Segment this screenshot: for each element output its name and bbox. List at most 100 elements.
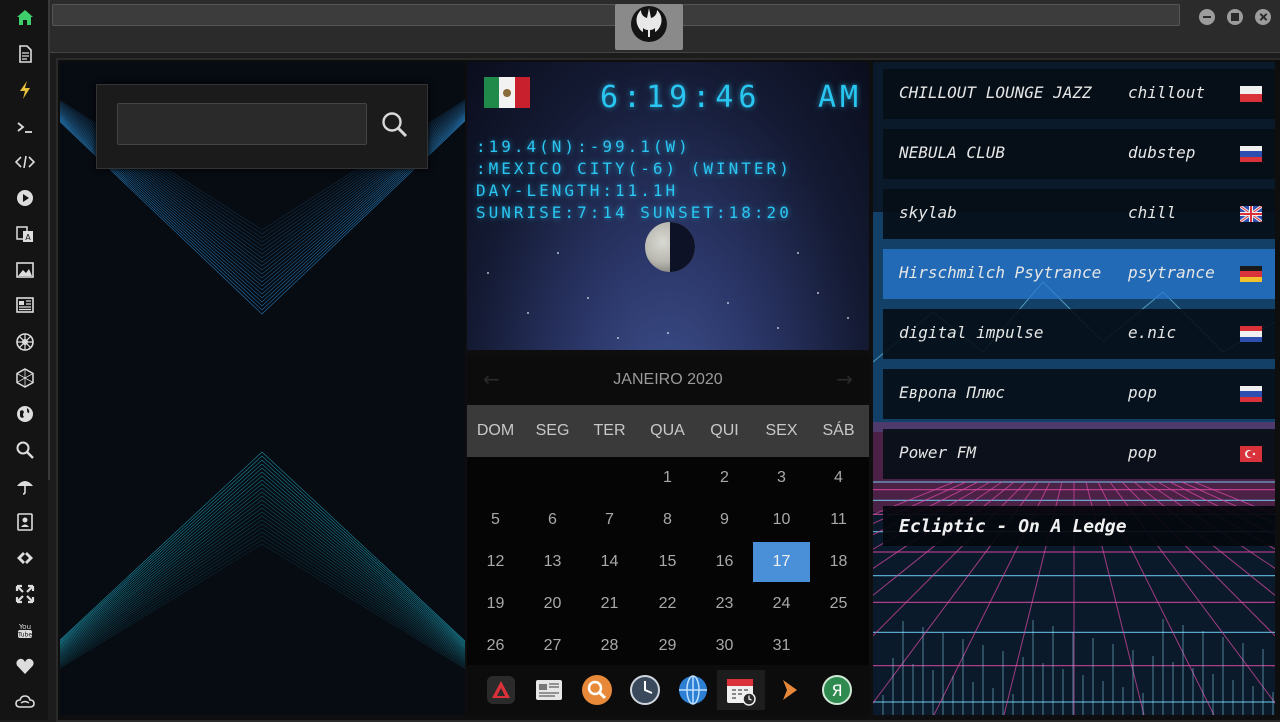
station-genre: psytrance — [1128, 263, 1215, 282]
calendar-day[interactable]: 7 — [581, 500, 638, 540]
now-playing-title: Ecliptic - On A Ledge — [899, 516, 1127, 537]
station-name: Power FM — [899, 443, 977, 462]
calendar-day[interactable]: 25 — [810, 584, 867, 624]
calendar-day[interactable]: 21 — [581, 584, 638, 624]
minimize-button[interactable] — [1199, 9, 1215, 25]
calendar-day[interactable]: 13 — [524, 542, 581, 582]
calendar-app-icon[interactable] — [717, 670, 765, 710]
weekday-label: SÁB — [822, 422, 855, 439]
search-widget — [96, 84, 428, 169]
contact-icon[interactable] — [12, 509, 38, 535]
heart-icon[interactable] — [12, 653, 38, 679]
yandex-icon[interactable]: Я — [817, 670, 857, 710]
station-name: Европа Плюс — [899, 383, 1005, 402]
station-genre: dubstep — [1128, 143, 1196, 162]
calendar-day[interactable]: 27 — [524, 626, 581, 666]
youtube-icon[interactable]: You Tube — [12, 617, 38, 643]
expand-icon[interactable] — [12, 581, 38, 607]
image-icon[interactable] — [12, 257, 38, 283]
close-button[interactable] — [1255, 9, 1271, 25]
croatia-flag-icon — [1240, 326, 1262, 342]
poland-flag-icon — [1240, 86, 1262, 102]
calendar-day[interactable]: 14 — [581, 542, 638, 582]
rebel-logo-icon[interactable] — [615, 4, 683, 50]
search-app-icon[interactable] — [577, 670, 617, 710]
app-dock: Я — [467, 665, 869, 715]
calendar-day[interactable]: 19 — [467, 584, 524, 624]
maximize-button[interactable] — [1227, 9, 1243, 25]
calendar-day[interactable]: 28 — [581, 626, 638, 666]
play-icon[interactable] — [12, 185, 38, 211]
russia-flag-icon — [1240, 386, 1262, 402]
translate-icon[interactable]: A — [12, 221, 38, 247]
calendar-day[interactable]: 10 — [753, 500, 810, 540]
station-item[interactable]: Hirschmilch Psytrance psytrance — [883, 249, 1275, 299]
station-item[interactable]: Power FM pop — [883, 429, 1275, 479]
globe-icon[interactable] — [12, 401, 38, 427]
calendar-day[interactable]: 4 — [810, 458, 867, 498]
code-icon[interactable] — [12, 149, 38, 175]
calendar-day[interactable]: 3 — [753, 458, 810, 498]
next-month-icon[interactable]: → — [836, 367, 853, 391]
moon-phase-icon — [645, 222, 695, 272]
clock-coordinates: :19.4(N):-99.1(W) — [476, 137, 691, 156]
calendar-day[interactable]: 16 — [696, 542, 753, 582]
germany-flag-icon — [1240, 266, 1262, 282]
weekday-label: QUA — [650, 422, 685, 439]
calendar-day[interactable]: 29 — [639, 626, 696, 666]
cloud-icon[interactable] — [12, 689, 38, 715]
calendar-day[interactable]: 22 — [639, 584, 696, 624]
calendar-day[interactable]: 30 — [696, 626, 753, 666]
calendar-day[interactable]: 23 — [696, 584, 753, 624]
station-item[interactable]: CHILLOUT LOUNGE JAZZ chillout — [883, 69, 1275, 119]
lightning-icon[interactable] — [12, 77, 38, 103]
home-icon[interactable] — [12, 5, 38, 31]
calendar-day[interactable]: 20 — [524, 584, 581, 624]
web-browser-icon[interactable] — [673, 670, 713, 710]
calendar-day[interactable]: 24 — [753, 584, 810, 624]
calendar-day[interactable]: 12 — [467, 542, 524, 582]
station-item[interactable]: skylab chill — [883, 189, 1275, 239]
calendar-day[interactable]: 9 — [696, 500, 753, 540]
calendar-day[interactable]: 17 — [753, 542, 810, 582]
magnifier-icon — [382, 112, 408, 138]
search-button[interactable] — [377, 107, 413, 143]
turkey-flag-icon — [1240, 446, 1262, 462]
clock-day-length: DAY-LENGTH:11.1H — [476, 181, 679, 200]
tag-icon[interactable] — [12, 545, 38, 571]
calendar-day[interactable]: 2 — [696, 458, 753, 498]
calendar-day[interactable]: 5 — [467, 500, 524, 540]
station-genre: chill — [1128, 203, 1177, 222]
search-input[interactable] — [117, 103, 367, 145]
hexagon-icon[interactable] — [12, 365, 38, 391]
search-icon[interactable] — [12, 437, 38, 463]
calendar-day[interactable]: 15 — [639, 542, 696, 582]
station-item[interactable]: digital impulse e.nic — [883, 309, 1275, 359]
news-reader-icon[interactable] — [529, 670, 569, 710]
media-play-icon[interactable] — [769, 670, 809, 710]
umbrella-icon[interactable] — [12, 473, 38, 499]
empire-icon[interactable] — [12, 329, 38, 355]
calendar-day[interactable]: 11 — [810, 500, 867, 540]
calendar-day[interactable]: 6 — [524, 500, 581, 540]
station-item[interactable]: NEBULA CLUB dubstep — [883, 129, 1275, 179]
calendar-day[interactable]: 26 — [467, 626, 524, 666]
calendar-day[interactable]: 8 — [639, 500, 696, 540]
sidebar-scrollbar[interactable] — [48, 0, 50, 480]
weekday-label: SEG — [535, 422, 570, 439]
document-icon[interactable] — [12, 41, 38, 67]
weekday-label: QUI — [710, 422, 739, 439]
calendar-title: JANEIRO 2020 — [613, 371, 723, 388]
calendar-day[interactable]: 31 — [753, 626, 810, 666]
station-item[interactable]: Европа Плюс pop — [883, 369, 1275, 419]
news-icon[interactable] — [12, 292, 38, 318]
app-launcher-icon[interactable] — [481, 670, 521, 710]
calendar-day[interactable]: 18 — [810, 542, 867, 582]
clock-city: :MEXICO CITY(-6) (WINTER) — [476, 159, 792, 178]
calendar-header: ← JANEIRO 2020 → — [467, 355, 869, 405]
clock-app-icon[interactable] — [625, 670, 665, 710]
calendar-day[interactable]: 1 — [639, 458, 696, 498]
terminal-icon[interactable] — [12, 114, 38, 140]
station-name: NEBULA CLUB — [899, 143, 1005, 162]
mexico-flag-icon — [484, 77, 530, 108]
